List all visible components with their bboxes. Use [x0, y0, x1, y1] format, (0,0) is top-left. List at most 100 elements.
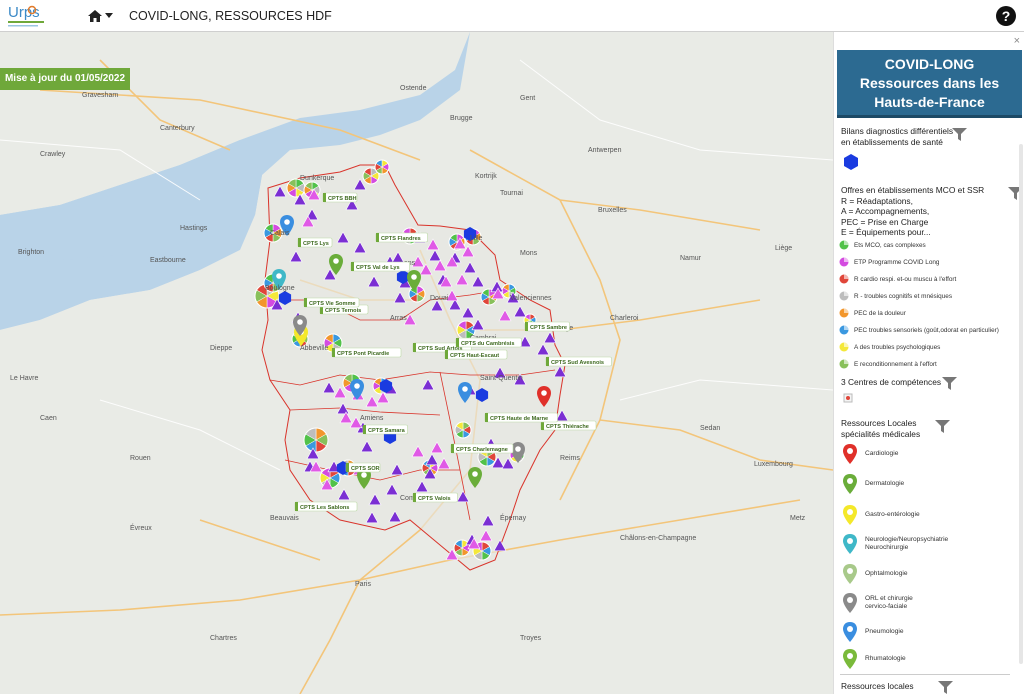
- cpts-label: CPTS Flandres: [375, 232, 428, 243]
- city-label: Tournai: [500, 190, 523, 197]
- legend-pin-item[interactable]: Neurologie/Neuropsychiatrie Neurochirurgi…: [843, 534, 948, 554]
- cpts-label: CPTS Sambre: [524, 321, 570, 332]
- svg-text:CPTS Samara: CPTS Samara: [368, 428, 406, 434]
- cpts-label: CPTS Samara: [362, 424, 408, 435]
- legend-swatch: [839, 308, 849, 318]
- pin-label: Rhumatologie: [865, 654, 906, 662]
- city-label: Calais: [270, 230, 290, 237]
- legend-swatch: [839, 325, 849, 335]
- city-label: Kortrijk: [475, 173, 497, 180]
- legend-swatch: [839, 342, 849, 352]
- legend-pin-item[interactable]: Ophtalmologie: [843, 564, 908, 584]
- pin-label: Gastro-entérologie: [865, 510, 920, 518]
- legend-pin-item[interactable]: Dermatologie: [843, 474, 904, 494]
- panel-scrollbar[interactable]: [1019, 144, 1023, 664]
- legend-item[interactable]: R - troubles cognitifs et mnésiques: [839, 291, 952, 301]
- cpts-label: CPTS Lys: [297, 237, 333, 248]
- city-label: Troyes: [520, 635, 542, 642]
- legend-label: R cardio respi. et-ou muscu à l'effort: [854, 275, 957, 283]
- section-offres: Offres en établissements MCO et SSR R = …: [841, 185, 984, 238]
- svg-text:CPTS Haute de Marne: CPTS Haute de Marne: [490, 416, 548, 422]
- pin-label: Neurologie/Neuropsychiatrie: [865, 535, 949, 543]
- city-label: Gravesham: [82, 92, 118, 99]
- legend-label: E reconditionnement à l'effort: [854, 360, 937, 368]
- map-pin-icon: [843, 474, 857, 494]
- city-label: Caen: [40, 415, 57, 422]
- city-label: Sedan: [700, 425, 720, 432]
- city-label: Gent: [520, 95, 535, 102]
- urps-logo[interactable]: Urps: [2, 0, 74, 32]
- section-bilans-line: en établissements de santé: [841, 136, 943, 147]
- legend-pin-item[interactable]: Cardiologie: [843, 444, 898, 464]
- city-label: Charleroi: [610, 315, 639, 322]
- map-pin-icon: [843, 593, 857, 613]
- cpts-label: CPTS Valois: [412, 492, 458, 503]
- cpts-label: CPTS Vie Somme: [303, 297, 360, 308]
- city-label: Reims: [560, 455, 580, 462]
- legend-label: A des troubles psychologiques: [854, 343, 941, 351]
- pin-label: ORL et chirurgie: [865, 594, 913, 602]
- cpts-label: CPTS Pont Picardie: [331, 347, 402, 358]
- city-label: Évreux: [130, 523, 152, 532]
- home-icon: [88, 9, 102, 22]
- pie-marker: [303, 427, 329, 453]
- svg-text:CPTS SOR: CPTS SOR: [351, 466, 380, 472]
- city-label: Chartres: [210, 635, 237, 642]
- legend-item[interactable]: PEC de la douleur: [839, 308, 906, 318]
- panel-title-line: Ressources dans les: [859, 75, 1000, 91]
- legend-item[interactable]: PEC troubles sensoriels (goût,odorat en …: [839, 325, 999, 335]
- city-label: Ostende: [400, 85, 427, 92]
- filter-icon[interactable]: [935, 420, 950, 433]
- filter-icon[interactable]: [952, 128, 967, 141]
- legend-pin-item[interactable]: Pneumologie: [843, 622, 904, 642]
- page-title: COVID-LONG, RESSOURCES HDF: [129, 8, 332, 23]
- svg-text:CPTS Pont Picardie: CPTS Pont Picardie: [337, 351, 389, 357]
- section-offres-line: Offres en établissements MCO et SSR: [841, 185, 985, 195]
- legend-item[interactable]: A des troubles psychologiques: [839, 342, 940, 352]
- section-offres-line: PEC = Prise en Charge: [841, 216, 929, 227]
- legend-item[interactable]: ETP Programme COVID Long: [839, 257, 939, 267]
- filter-icon[interactable]: [938, 681, 953, 694]
- section-centres: 3 Centres de compétences: [841, 377, 942, 387]
- cpts-label: CPTS Sud Avesnois: [545, 356, 612, 367]
- map-svg[interactable]: LondonAntwerpenBruxellesLuxembourgParisC…: [0, 32, 833, 694]
- svg-text:CPTS Lys: CPTS Lys: [303, 241, 329, 247]
- svg-text:CPTS Thiérache: CPTS Thiérache: [546, 424, 589, 430]
- legend-item[interactable]: E reconditionnement à l'effort: [839, 359, 937, 369]
- city-label: Rouen: [130, 455, 151, 462]
- svg-text:CPTS du Cambrésis: CPTS du Cambrésis: [461, 341, 514, 347]
- legend-label: PEC troubles sensoriels (goût,odorat en …: [854, 326, 999, 334]
- cpts-label: CPTS Charlemagne: [450, 443, 514, 454]
- city-label: Épernay: [500, 513, 527, 522]
- svg-text:CPTS Valois: CPTS Valois: [418, 496, 451, 502]
- city-label: Lille: [470, 235, 483, 242]
- city-label: Metz: [790, 515, 806, 522]
- pin-label: Dermatologie: [865, 479, 905, 487]
- city-label: Luxembourg: [754, 461, 793, 468]
- city-label: Saint-Quentin: [480, 375, 523, 382]
- city-label: Beauvais: [270, 515, 299, 522]
- section-bilans-line: Bilans diagnostics différentiels: [841, 126, 954, 136]
- pin-label: Ophtalmologie: [865, 569, 908, 577]
- map-canvas[interactable]: LondonAntwerpenBruxellesLuxembourgParisC…: [0, 32, 833, 694]
- close-icon[interactable]: ×: [1014, 35, 1020, 47]
- city-label: Arras: [390, 315, 407, 322]
- home-menu[interactable]: [88, 9, 113, 22]
- help-icon[interactable]: ?: [996, 6, 1016, 26]
- legend-pin-item[interactable]: ORL et chirurgie cervico-faciale: [843, 593, 913, 613]
- legend-item[interactable]: R cardio respi. et-ou muscu à l'effort: [839, 274, 956, 284]
- legend-swatch: [839, 359, 849, 369]
- city-label: Antwerpen: [588, 147, 622, 154]
- legend-label: R - troubles cognitifs et mnésiques: [854, 292, 953, 300]
- legend-pin-item[interactable]: Gastro-entérologie: [843, 505, 920, 525]
- city-label: Brighton: [18, 249, 44, 256]
- legend-item[interactable]: Ets MCO, cas complexes: [839, 240, 926, 250]
- filter-icon[interactable]: [942, 377, 957, 390]
- legend-pin-item[interactable]: Rhumatologie: [843, 649, 906, 669]
- legend-label: Ets MCO, cas complexes: [854, 241, 926, 249]
- section-locales-line: spécialités médicales: [841, 428, 921, 439]
- map-pin-icon: [843, 534, 857, 554]
- map-pin-icon: [843, 649, 857, 669]
- top-bar: Urps COVID-LONG, RESSOURCES HDF ?: [0, 0, 1024, 32]
- panel-title-line: COVID-LONG: [884, 56, 975, 72]
